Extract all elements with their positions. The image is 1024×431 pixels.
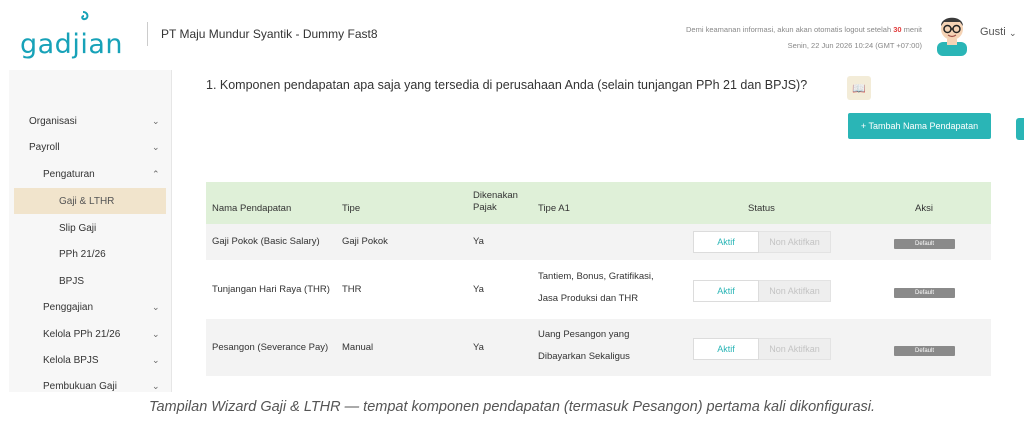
- header-tipe: Tipe: [342, 203, 361, 214]
- cell-tipe: Gaji Pokok: [342, 236, 388, 247]
- default-badge: Default: [894, 288, 955, 298]
- cell-tipe: THR: [342, 284, 362, 295]
- chevron-down-icon: ⌄: [152, 328, 160, 339]
- top-header: gadjian PT Maju Mundur Syantik - Dummy F…: [0, 0, 1024, 68]
- sidebar-item-label: Pengaturan: [43, 168, 95, 180]
- status-deactivate-button[interactable]: Non Aktifkan: [759, 338, 831, 360]
- status-toggle: Aktif Non Aktifkan: [693, 231, 831, 253]
- status-active-button[interactable]: Aktif: [693, 280, 759, 302]
- sidebar-item-kelola-bpjs[interactable]: Kelola BPJS ⌄: [9, 347, 171, 373]
- sidebar-item-pembukuan-gaji[interactable]: Pembukuan Gaji ⌄: [9, 373, 171, 392]
- sidebar-item-payroll[interactable]: Payroll ⌄: [9, 134, 171, 160]
- table-row: Pesangon (Severance Pay) Manual Ya Uang …: [206, 319, 991, 376]
- status-active-button[interactable]: Aktif: [693, 231, 759, 253]
- chevron-down-icon: ⌄: [152, 380, 160, 391]
- cell-pajak: Ya: [473, 236, 484, 247]
- sidebar-item-label: Penggajian: [43, 301, 94, 313]
- header-pajak-1: Dikenakan: [473, 190, 518, 201]
- cell-nama: Pesangon (Severance Pay): [212, 342, 329, 353]
- sidebar-item-label: Kelola BPJS: [43, 354, 99, 366]
- chevron-down-icon: ⌄: [152, 115, 160, 126]
- sidebar-item-kelola-pph[interactable]: Kelola PPh 21/26 ⌄: [9, 321, 171, 347]
- sidebar-item-label: Payroll: [29, 141, 60, 153]
- sidebar-item-pengaturan[interactable]: Pengaturan ⌃: [9, 161, 171, 187]
- side-panel-tab[interactable]: [1016, 118, 1024, 140]
- cell-pajak: Ya: [473, 342, 484, 353]
- status-toggle: Aktif Non Aktifkan: [693, 280, 831, 302]
- figure-caption: Tampilan Wizard Gaji & LTHR — tempat kom…: [148, 399, 876, 415]
- sidebar-item-label: Slip Gaji: [59, 222, 97, 234]
- sidebar-item-slip-gaji[interactable]: Slip Gaji: [9, 215, 171, 241]
- status-active-button[interactable]: Aktif: [693, 338, 759, 360]
- cell-tipe-a1-line2: Dibayarkan Sekaligus: [538, 351, 630, 362]
- sidebar-item-label: Kelola PPh 21/26: [43, 328, 121, 340]
- chevron-down-icon: ⌄: [152, 141, 160, 152]
- chevron-down-icon: ⌄: [152, 301, 160, 312]
- header-divider: [147, 22, 148, 46]
- default-badge: Default: [894, 346, 955, 356]
- sidebar-item-bpjs[interactable]: BPJS: [9, 268, 171, 294]
- sidebar-item-organisasi[interactable]: Organisasi ⌄: [9, 108, 171, 134]
- header-pajak-2: Pajak: [473, 202, 497, 213]
- sidebar-item-penggajian[interactable]: Penggajian ⌄: [9, 294, 171, 320]
- user-menu-chevron-icon[interactable]: ⌄: [1009, 28, 1017, 39]
- header-aksi: Aksi: [915, 203, 933, 214]
- notice-minutes: 30: [893, 25, 902, 34]
- cell-nama: Tunjangan Hari Raya (THR): [212, 284, 330, 295]
- notice-suffix: menit: [903, 25, 922, 34]
- table-header: Nama Pendapatan Tipe Dikenakan Pajak Tip…: [206, 182, 991, 224]
- header-tipe-a1: Tipe A1: [538, 203, 570, 214]
- sidebar: Organisasi ⌄ Payroll ⌄ Pengaturan ⌃ Gaji…: [9, 70, 172, 392]
- cell-pajak: Ya: [473, 284, 484, 295]
- table-row: Gaji Pokok (Basic Salary) Gaji Pokok Ya …: [206, 224, 991, 260]
- current-datetime: Senin, 22 Jun 2026 10:24 (GMT +07:00): [787, 41, 922, 50]
- status-toggle: Aktif Non Aktifkan: [693, 338, 831, 360]
- add-income-button[interactable]: + Tambah Nama Pendapatan: [848, 113, 991, 139]
- gadjian-logo[interactable]: gadjian: [20, 11, 123, 60]
- cell-tipe-a1-line2: Jasa Produksi dan THR: [538, 293, 639, 304]
- cell-tipe: Manual: [342, 342, 374, 353]
- sidebar-item-gaji-lthr[interactable]: Gaji & LTHR: [14, 188, 166, 214]
- cell-tipe-a1-line1: Uang Pesangon yang: [538, 329, 630, 340]
- chevron-down-icon: ⌄: [152, 354, 160, 365]
- sidebar-item-label: Pembukuan Gaji: [43, 380, 117, 392]
- sidebar-item-label: Organisasi: [29, 115, 77, 127]
- sidebar-item-label: PPh 21/26: [59, 248, 106, 260]
- cell-nama: Gaji Pokok (Basic Salary): [212, 236, 320, 247]
- status-deactivate-button[interactable]: Non Aktifkan: [759, 231, 831, 253]
- chevron-up-icon: ⌃: [152, 168, 160, 179]
- status-deactivate-button[interactable]: Non Aktifkan: [759, 280, 831, 302]
- table-row: Tunjangan Hari Raya (THR) THR Ya Tantiem…: [206, 260, 991, 319]
- notice-prefix: Demi keamanan informasi, akun akan otoma…: [686, 25, 892, 34]
- logo-text: gadjian: [20, 29, 123, 60]
- book-icon[interactable]: 📖: [847, 76, 871, 100]
- company-name: PT Maju Mundur Syantik - Dummy Fast8: [161, 27, 378, 41]
- sidebar-item-label: BPJS: [59, 275, 85, 287]
- main-content: 1. Komponen pendapatan apa saja yang ter…: [188, 70, 1024, 392]
- cell-tipe-a1-line1: Tantiem, Bonus, Gratifikasi,: [538, 271, 654, 282]
- default-badge: Default: [894, 239, 955, 249]
- session-notice: Demi keamanan informasi, akun akan otoma…: [686, 22, 922, 54]
- header-status: Status: [748, 203, 775, 214]
- logo-swirl-icon: [81, 11, 89, 21]
- question-title: 1. Komponen pendapatan apa saja yang ter…: [206, 78, 808, 92]
- user-name[interactable]: Gusti: [980, 26, 1006, 38]
- header-nama: Nama Pendapatan: [212, 203, 292, 214]
- sidebar-item-pph[interactable]: PPh 21/26: [9, 241, 171, 267]
- user-avatar-icon[interactable]: [934, 12, 970, 56]
- sidebar-item-label: Gaji & LTHR: [59, 195, 115, 207]
